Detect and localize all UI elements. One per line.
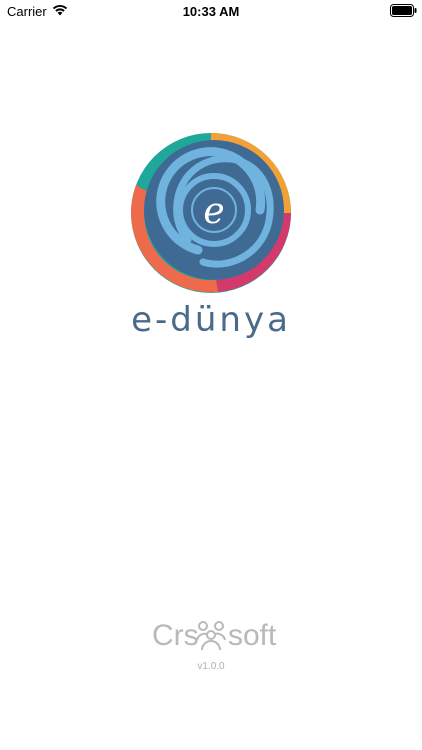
brand-name: e-dünya — [131, 300, 291, 340]
footer-company-part1: Crs — [152, 619, 199, 652]
status-bar: Carrier 10:33 AM — [0, 0, 422, 22]
footer-company-part2: soft — [228, 619, 277, 652]
version-label: v1.0.0 — [197, 661, 225, 672]
logo-letter: e — [203, 191, 224, 232]
people-icon — [196, 621, 226, 651]
status-time: 10:33 AM — [182, 4, 240, 19]
e-dunya-logo: e — [130, 133, 291, 293]
battery-icon — [390, 4, 417, 17]
